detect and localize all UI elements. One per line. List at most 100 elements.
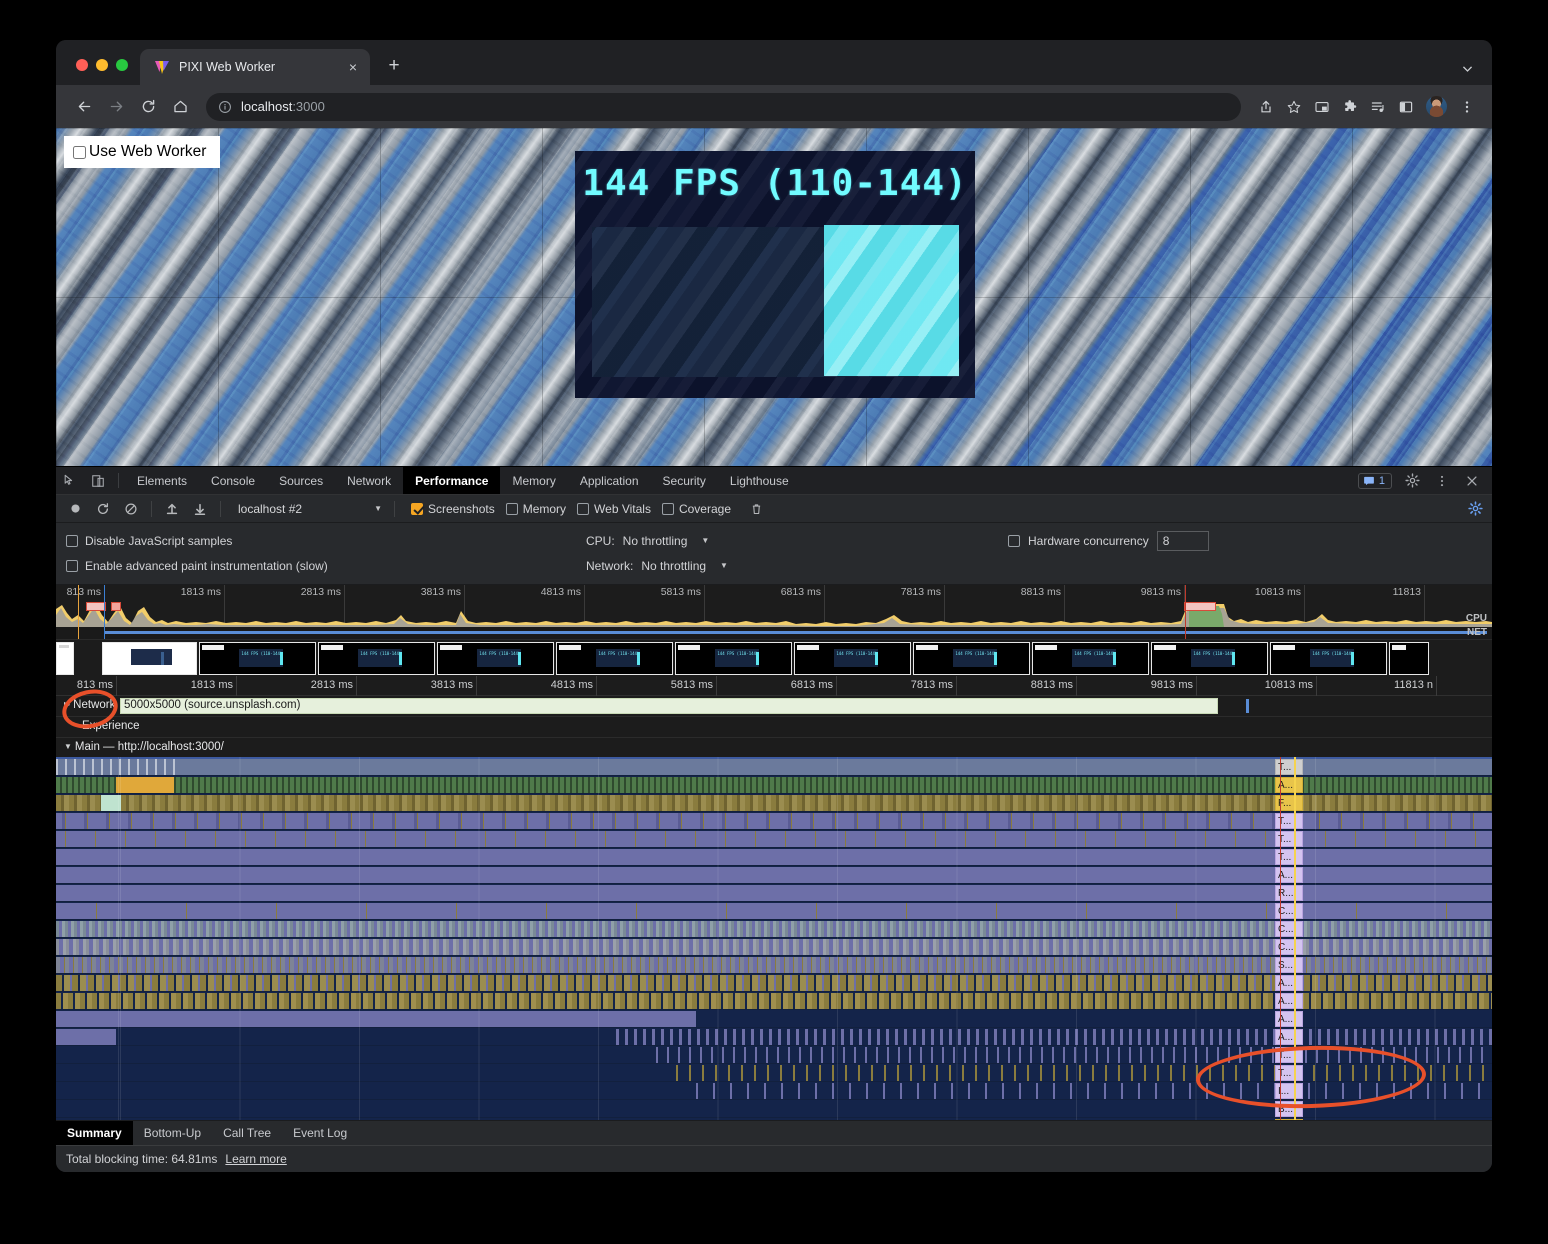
close-icon[interactable] xyxy=(1458,474,1486,488)
screenshot-filmstrip[interactable]: 144 FPS (110-144) 144 FPS (110-144) 144 … xyxy=(56,639,1492,676)
filmstrip-frame[interactable]: 144 FPS (110-144) xyxy=(1270,641,1387,675)
ruler-tick: 2813 ms xyxy=(310,679,353,691)
filmstrip-frame[interactable]: 144 FPS (110-144) xyxy=(794,641,911,675)
address-bar[interactable]: localhost:3000 xyxy=(206,92,1241,121)
track-label-main[interactable]: ▼ Main — http://localhost:3000/ xyxy=(64,741,224,753)
inspect-element-icon[interactable] xyxy=(56,467,84,494)
timeline-overview[interactable]: 813 ms 1813 ms 2813 ms 3813 ms 4813 ms 5… xyxy=(56,585,1492,639)
load-profile-icon[interactable] xyxy=(159,498,185,520)
save-profile-icon[interactable] xyxy=(187,498,213,520)
track-label-experience[interactable]: Experience xyxy=(82,720,140,732)
message-count-badge[interactable]: 1 xyxy=(1357,472,1392,489)
hardware-concurrency-control[interactable]: Hardware concurrency xyxy=(1008,530,1209,551)
collapse-triangle-icon[interactable]: ▼ xyxy=(64,742,72,751)
use-web-worker-control[interactable]: Use Web Worker xyxy=(64,136,221,168)
filmstrip-frame[interactable]: 144 FPS (110-144) xyxy=(1032,641,1149,675)
trash-icon[interactable] xyxy=(743,498,769,520)
back-button[interactable] xyxy=(70,93,98,121)
tab-performance[interactable]: Performance xyxy=(403,467,501,494)
overview-selection-box xyxy=(1184,602,1216,611)
web-vitals-checkbox[interactable]: Web Vitals xyxy=(577,502,651,516)
filmstrip-frame[interactable]: 144 FPS (110-144) xyxy=(675,641,792,675)
maximize-window-button[interactable] xyxy=(116,59,128,71)
forward-button[interactable] xyxy=(102,93,130,121)
checkbox-box xyxy=(411,502,423,515)
tab-close-icon[interactable]: × xyxy=(344,58,362,76)
tab-security[interactable]: Security xyxy=(651,467,718,494)
cpu-throttling-control[interactable]: CPU: No throttling ▼ xyxy=(586,534,709,548)
network-throttling-control[interactable]: Network: No throttling ▼ xyxy=(586,559,728,573)
overview-tick: 10813 ms xyxy=(1254,586,1301,598)
side-panel-icon[interactable] xyxy=(1393,94,1419,120)
cpu-throttling-select[interactable]: No throttling ▼ xyxy=(623,534,710,548)
track-label-network[interactable]: ▶ Network xyxy=(64,699,115,711)
message-count: 1 xyxy=(1378,474,1385,487)
clear-icon[interactable] xyxy=(118,498,144,520)
expand-triangle-icon[interactable]: ▶ xyxy=(64,700,70,709)
more-kebab-icon[interactable] xyxy=(1428,474,1456,488)
new-tab-button[interactable]: + xyxy=(380,52,408,80)
devtools-panel: Elements Console Sources Network Perform… xyxy=(56,466,1492,1172)
filmstrip-fps-text: 144 FPS (110-144) xyxy=(836,650,878,656)
bookmark-star-icon[interactable] xyxy=(1281,94,1307,120)
capture-settings-gear-icon[interactable] xyxy=(1462,498,1488,520)
tab-list-chevron-icon[interactable] xyxy=(1461,62,1492,85)
filmstrip-frame[interactable]: 144 FPS (110-144) xyxy=(913,641,1030,675)
kebab-menu-icon[interactable] xyxy=(1454,94,1480,120)
tab-elements[interactable]: Elements xyxy=(125,467,199,494)
filmstrip-frame[interactable]: 144 FPS (110-144) xyxy=(199,641,316,675)
cpu-throttling-value: No throttling xyxy=(622,533,688,548)
settings-gear-icon[interactable] xyxy=(1398,473,1426,488)
device-toolbar-icon[interactable] xyxy=(84,467,112,494)
tab-network[interactable]: Network xyxy=(335,467,403,494)
minimize-window-button[interactable] xyxy=(96,59,108,71)
details-tab-call-tree[interactable]: Call Tree xyxy=(212,1121,282,1145)
network-throttling-select[interactable]: No throttling ▼ xyxy=(641,559,728,573)
disable-js-samples-checkbox[interactable]: Disable JavaScript samples xyxy=(66,534,586,548)
filmstrip-frame[interactable]: 144 FPS (110-144) xyxy=(318,641,435,675)
tab-application[interactable]: Application xyxy=(568,467,651,494)
memory-checkbox[interactable]: Memory xyxy=(505,502,566,516)
flame-chart[interactable]: T... A... F... T... T... T... A... R... … xyxy=(56,757,1492,1120)
filmstrip-frame[interactable]: 144 FPS (110-144) xyxy=(437,641,554,675)
filmstrip-frame[interactable] xyxy=(102,641,197,675)
extensions-puzzle-icon[interactable] xyxy=(1337,94,1363,120)
use-web-worker-checkbox[interactable] xyxy=(73,145,86,159)
tab-console[interactable]: Console xyxy=(199,467,267,494)
details-tab-event-log[interactable]: Event Log xyxy=(282,1121,358,1145)
close-window-button[interactable] xyxy=(76,59,88,71)
browser-window: PIXI Web Worker × + localhost:3000 Use W… xyxy=(56,40,1492,1172)
browser-tab[interactable]: PIXI Web Worker × xyxy=(140,49,370,85)
filmstrip-frame[interactable] xyxy=(56,641,74,675)
tab-lighthouse[interactable]: Lighthouse xyxy=(718,467,801,494)
filmstrip-frame[interactable] xyxy=(1389,641,1429,675)
learn-more-link[interactable]: Learn more xyxy=(225,1152,286,1166)
track-network[interactable]: ▶ Network 5000x5000 (source.unsplash.com) xyxy=(56,696,1492,717)
details-tab-summary[interactable]: Summary xyxy=(56,1121,133,1145)
tab-memory[interactable]: Memory xyxy=(500,467,567,494)
reload-button[interactable] xyxy=(134,93,162,121)
summary-content: Total blocking time: 64.81ms Learn more xyxy=(56,1146,1492,1172)
share-icon[interactable] xyxy=(1253,94,1279,120)
home-button[interactable] xyxy=(166,93,194,121)
media-list-icon[interactable] xyxy=(1365,94,1391,120)
avatar[interactable] xyxy=(1426,96,1447,117)
track-main[interactable]: ▼ Main — http://localhost:3000/ xyxy=(56,738,1492,759)
fps-readout: 144 FPS (110-144) xyxy=(582,163,968,204)
screenshots-checkbox[interactable]: Screenshots xyxy=(411,502,495,516)
details-tab-bottom-up[interactable]: Bottom-Up xyxy=(133,1121,212,1145)
picture-in-picture-icon[interactable] xyxy=(1309,94,1335,120)
track-experience[interactable]: Experience xyxy=(56,717,1492,738)
filmstrip-frame[interactable]: 144 FPS (110-144) xyxy=(1151,641,1268,675)
hardware-concurrency-input[interactable] xyxy=(1156,530,1209,551)
reload-and-record-icon[interactable] xyxy=(90,498,116,520)
filmstrip-frame[interactable]: 144 FPS (110-144) xyxy=(556,641,673,675)
timeline-cursor-line[interactable] xyxy=(1294,757,1296,1120)
paint-instrumentation-checkbox[interactable]: Enable advanced paint instrumentation (s… xyxy=(66,559,586,573)
timeline-tracks[interactable]: ▶ Network 5000x5000 (source.unsplash.com)… xyxy=(56,696,1492,1120)
coverage-checkbox[interactable]: Coverage xyxy=(661,502,731,516)
record-icon[interactable] xyxy=(62,498,88,520)
profile-select[interactable]: localhost #2 ▼ xyxy=(232,499,387,519)
tab-sources[interactable]: Sources xyxy=(267,467,335,494)
network-request-bar-secondary[interactable] xyxy=(1246,699,1249,713)
